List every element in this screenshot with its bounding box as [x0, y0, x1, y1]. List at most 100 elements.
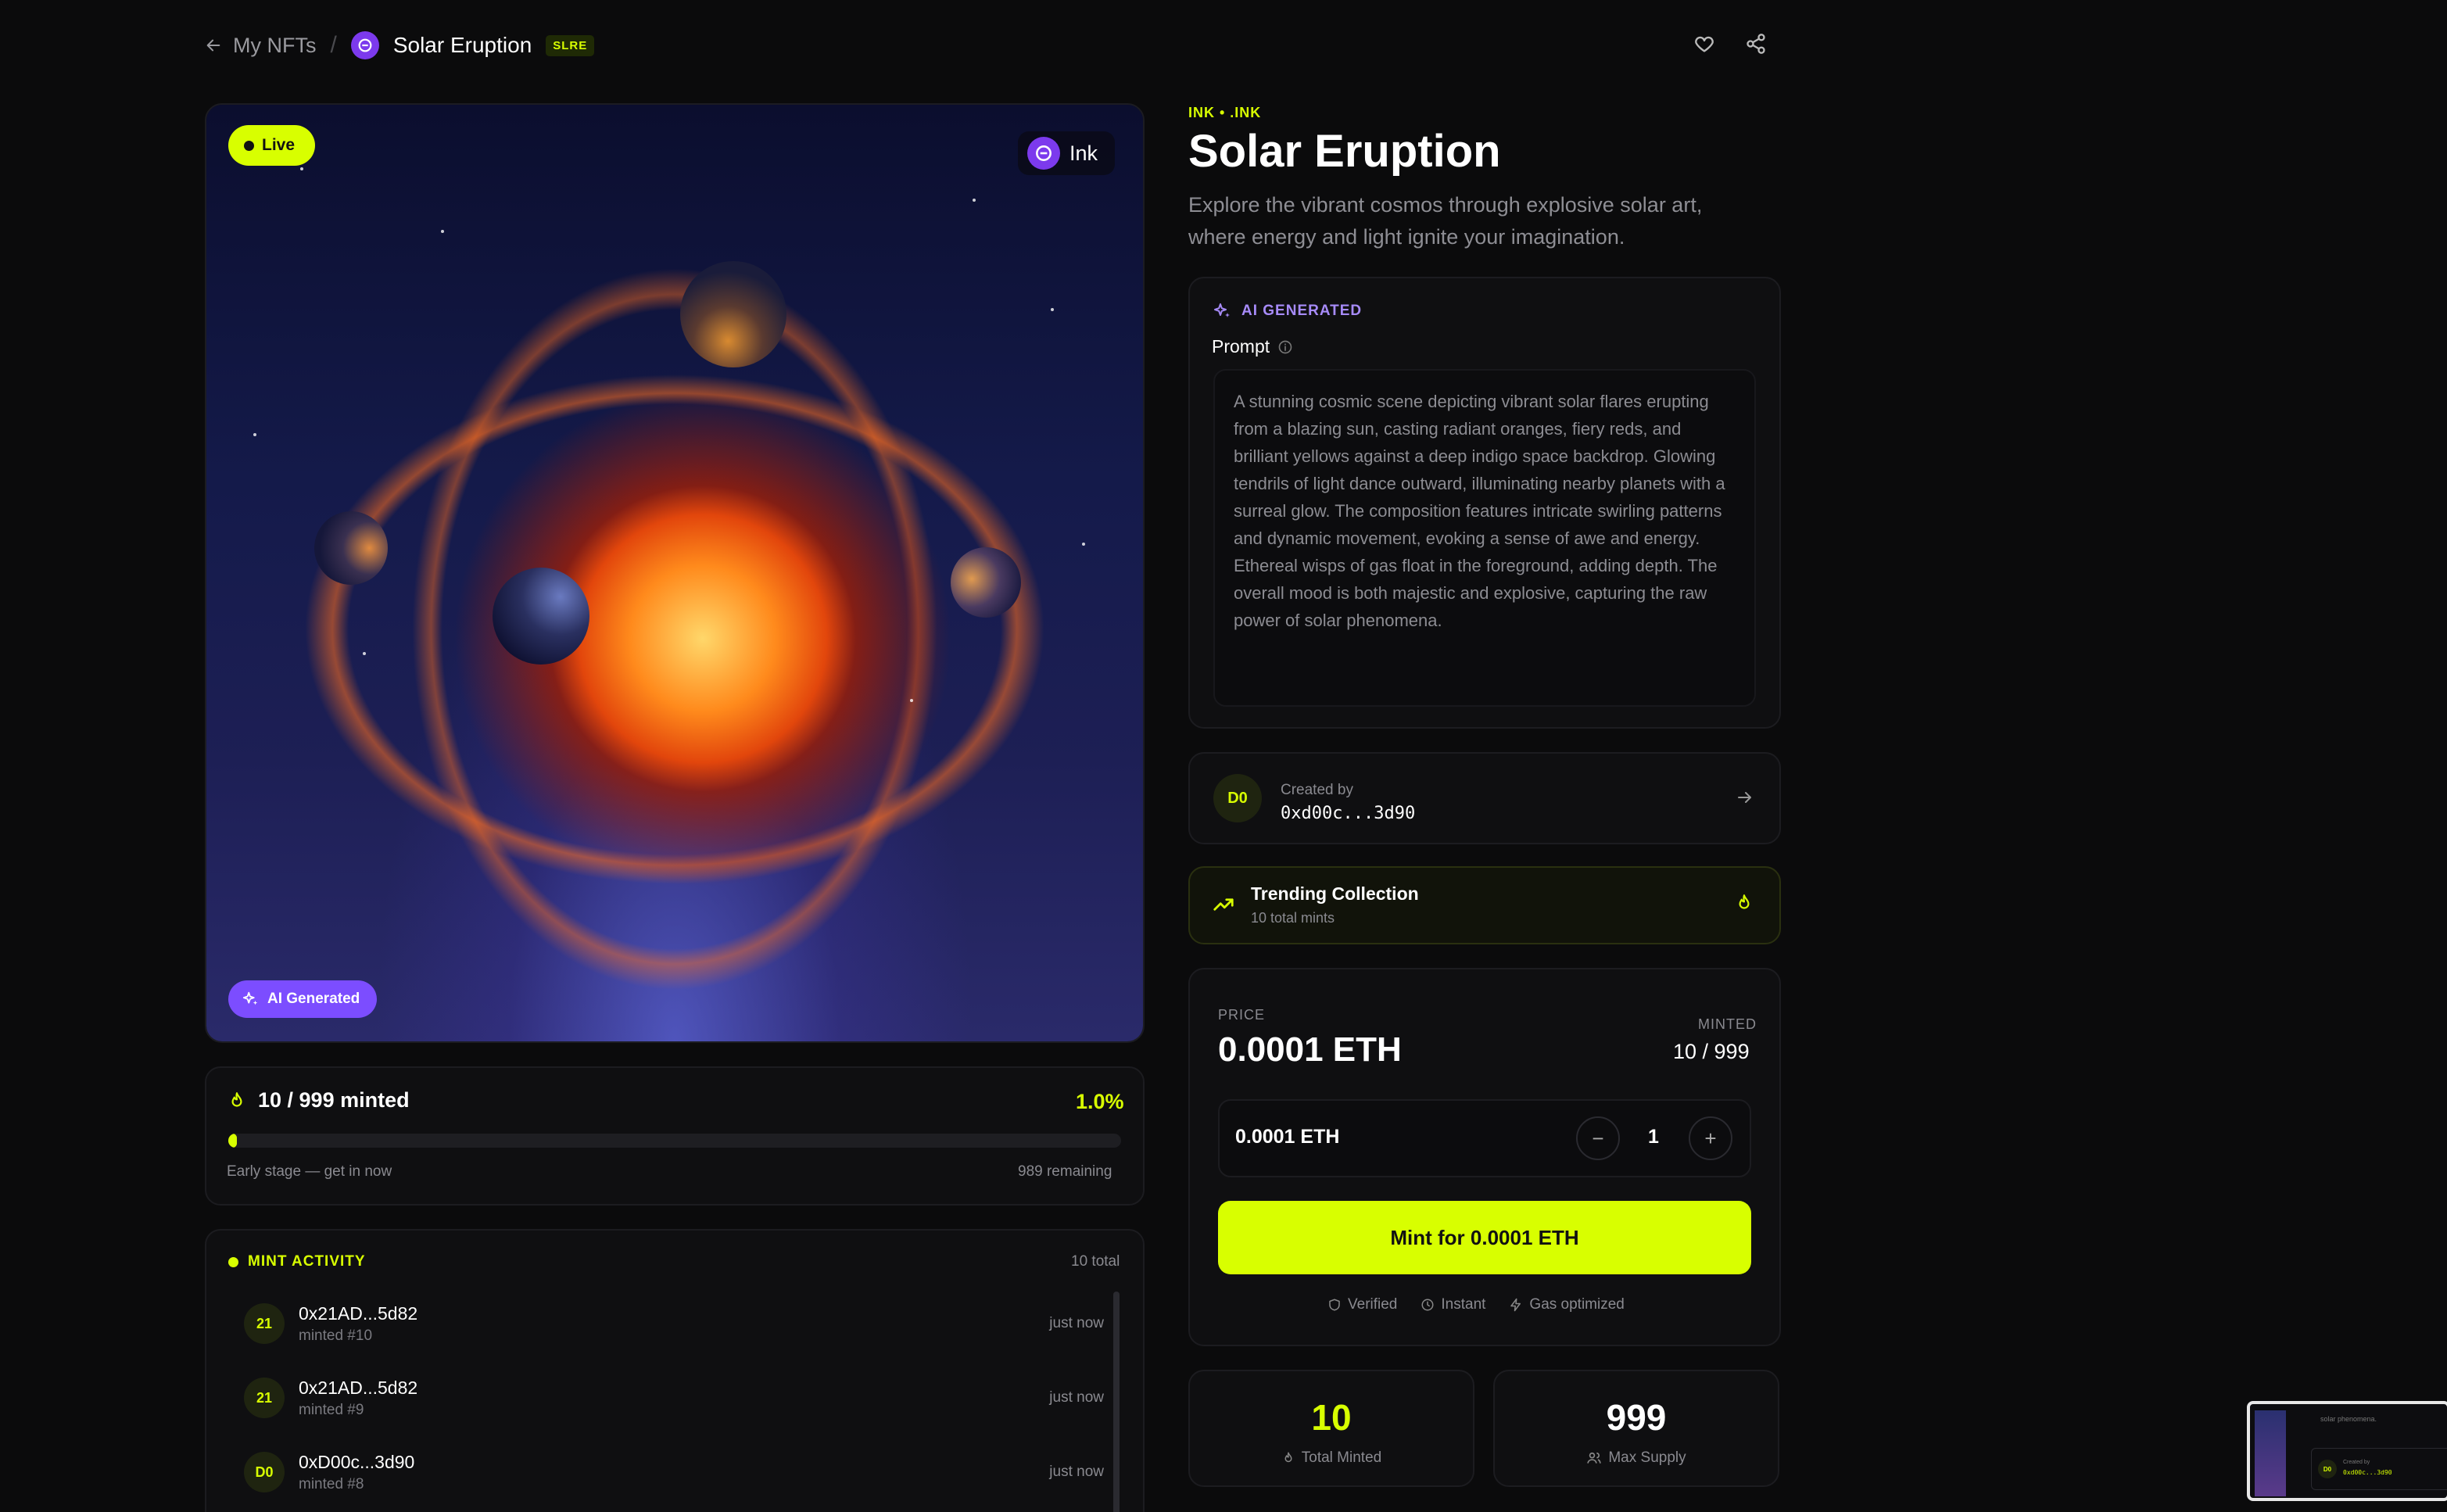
live-dot-icon [244, 140, 254, 151]
chain-label: Ink [1069, 141, 1098, 165]
planet-right [951, 547, 1021, 618]
breadcrumb-title: Solar Eruption [392, 33, 532, 57]
quantity-value: 1 [1648, 1126, 1659, 1148]
minted-count-label: 10 / 999 minted [258, 1088, 410, 1112]
max-supply-value: 999 [1606, 1397, 1667, 1438]
mini-preview-thumbnail[interactable]: solar phenomena. D0 Created by 0xd00c...… [2247, 1401, 2447, 1501]
sparkles-icon [1214, 303, 1230, 317]
mint-progress-bar [228, 1134, 1121, 1148]
creator-address: 0xd00c...3d90 [1281, 804, 1416, 823]
activity-time: just now [1049, 1389, 1104, 1406]
mint-button[interactable]: Mint for 0.0001 ETH [1218, 1201, 1751, 1274]
creator-avatar: D0 [1213, 774, 1262, 822]
back-label: My NFTs [233, 33, 317, 57]
planet-top [680, 261, 786, 367]
heart-icon [1695, 36, 1714, 52]
shield-icon [1329, 1299, 1340, 1311]
ai-generated-label: AI GENERATED [1213, 302, 1362, 321]
quantity-total-price: 0.0001 ETH [1235, 1126, 1340, 1148]
prompt-text: A stunning cosmic scene depicting vibran… [1213, 369, 1756, 707]
ink-logo-icon [1027, 137, 1060, 170]
page-title: Solar Eruption [1188, 126, 1501, 177]
mint-activity-heading: MINT ACTIVITY [228, 1253, 366, 1270]
clock-icon [1421, 1299, 1434, 1311]
sparkles-icon [242, 991, 258, 1005]
activity-subtitle: minted #9 [299, 1401, 364, 1418]
flame-icon [231, 1091, 242, 1107]
ticker-badge: SLRE [546, 34, 595, 56]
max-supply-caption: Max Supply [1495, 1449, 1778, 1467]
back-link[interactable]: My NFTs [205, 34, 316, 58]
activity-address: 0x21AD...5d82 [299, 1377, 418, 1398]
mini-creator-address: 0xd00c...3d90 [2343, 1469, 2392, 1476]
minted-label: MINTED [1698, 1016, 1757, 1032]
mini-avatar: D0 [2318, 1460, 2337, 1478]
activity-subtitle: minted #8 [299, 1475, 364, 1492]
arrow-right-icon[interactable] [1736, 788, 1754, 811]
arrow-left-icon [206, 39, 220, 52]
collection-tag: INK • .INK [1188, 105, 1262, 120]
activity-time: just now [1049, 1464, 1104, 1480]
feature-gas: Gas optimized [1509, 1296, 1625, 1313]
activity-row[interactable]: D0 0xD00c...3d90 minted #8 just now [244, 1445, 1104, 1499]
mint-progress-title: 10 / 999 minted [227, 1088, 410, 1113]
ink-chain-logo-icon [350, 31, 379, 59]
total-minted-value: 10 [1311, 1397, 1352, 1438]
activity-scrollbar[interactable] [1113, 1292, 1120, 1512]
lightning-icon [1510, 1298, 1521, 1312]
flame-icon [1284, 1452, 1292, 1463]
decrement-button[interactable]: − [1576, 1116, 1620, 1160]
activity-dot-icon [228, 1256, 238, 1267]
mini-artwork [2255, 1410, 2286, 1496]
mini-creator-label: Created by [2343, 1460, 2370, 1465]
top-actions [1693, 30, 1767, 61]
breadcrumb-separator: / [330, 32, 337, 58]
favorite-button[interactable] [1693, 33, 1715, 59]
progress-note: Early stage — get in now [227, 1163, 392, 1180]
live-status-badge: Live [228, 125, 316, 166]
activity-address: 0x21AD...5d82 [299, 1302, 418, 1324]
flame-icon [1734, 893, 1754, 917]
prompt-label: Prompt [1212, 336, 1293, 357]
max-supply-stat: 999 Max Supply [1493, 1370, 1779, 1487]
minted-percent: 1.0% [1076, 1090, 1124, 1113]
trending-card [1188, 866, 1781, 944]
mint-features: Verified Instant Gas optimized [1327, 1296, 1625, 1313]
activity-avatar: 21 [244, 1303, 285, 1344]
mini-creator-card: D0 Created by 0xd00c...3d90 [2311, 1448, 2447, 1490]
increment-button[interactable]: + [1689, 1116, 1732, 1160]
ai-badge-label: AI Generated [267, 991, 360, 1007]
activity-avatar: D0 [244, 1452, 285, 1492]
activity-address: 0xD00c...3d90 [299, 1451, 415, 1472]
planet-center [493, 568, 589, 665]
activity-heading-label: MINT ACTIVITY [248, 1253, 366, 1270]
planet-left [314, 511, 388, 585]
minted-value: 10 / 999 [1673, 1040, 1750, 1063]
feature-instant: Instant [1421, 1296, 1485, 1313]
top-nav: My NFTs / Solar Eruption SLRE [205, 30, 595, 61]
activity-avatar: 21 [244, 1378, 285, 1418]
creator-card[interactable] [1188, 752, 1781, 844]
price-label: PRICE [1218, 1007, 1266, 1023]
feature-verified-label: Verified [1348, 1296, 1398, 1313]
mint-progress-fill [228, 1134, 238, 1148]
activity-row[interactable]: 21 0x21AD...5d82 minted #9 just now [244, 1370, 1104, 1425]
mini-preview-text: solar phenomena. [2320, 1415, 2377, 1423]
trending-subtitle: 10 total mints [1251, 910, 1335, 926]
activity-row[interactable]: 21 0x21AD...5d82 minted #10 just now [244, 1296, 1104, 1351]
share-button[interactable] [1745, 33, 1767, 59]
ai-generated-badge: AI Generated [228, 980, 378, 1018]
trending-up-icon [1212, 893, 1235, 920]
info-icon[interactable] [1277, 339, 1293, 355]
feature-gas-label: Gas optimized [1529, 1296, 1625, 1313]
activity-time: just now [1049, 1315, 1104, 1331]
feature-instant-label: Instant [1441, 1296, 1486, 1313]
price-value: 0.0001 ETH [1218, 1030, 1402, 1069]
max-supply-label: Max Supply [1608, 1449, 1686, 1466]
remaining-count: 989 remaining [1018, 1163, 1112, 1180]
collection-description: Explore the vibrant cosmos through explo… [1188, 193, 1703, 249]
prompt-label-text: Prompt [1212, 336, 1270, 357]
total-minted-caption: Total Minted [1190, 1449, 1473, 1467]
activity-subtitle: minted #10 [299, 1327, 373, 1344]
creator-label: Created by [1281, 782, 1353, 798]
